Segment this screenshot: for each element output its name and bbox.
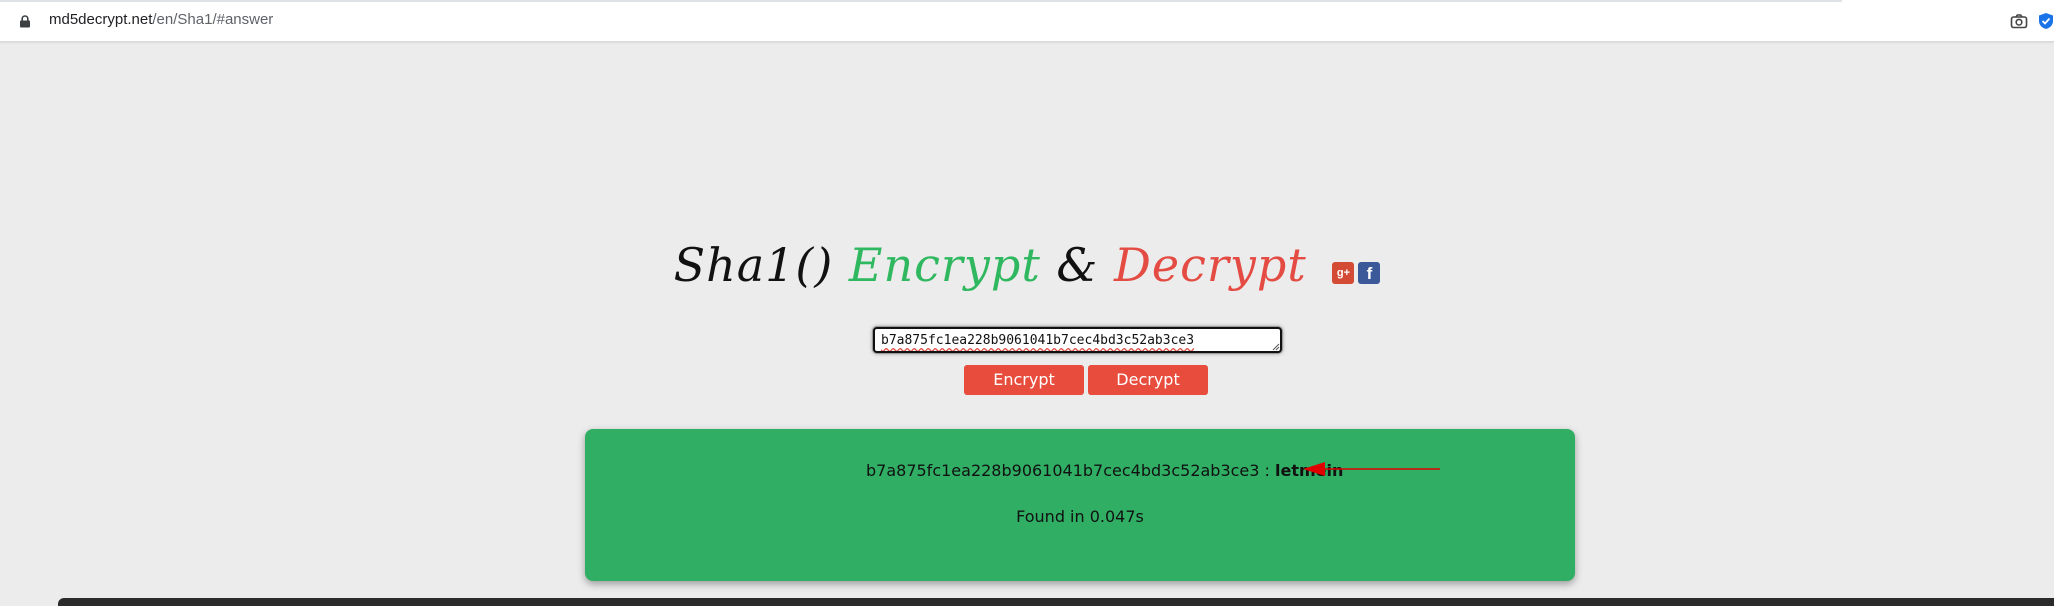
lock-icon[interactable] <box>19 15 31 28</box>
red-arrow-annotation <box>1303 462 1440 476</box>
facebook-icon[interactable]: f <box>1358 262 1381 284</box>
browser-address-bar: md5decrypt.net/en/Sha1/#answer <box>0 0 2054 42</box>
title-ampersand: & <box>1040 238 1115 292</box>
tab-strip-edge <box>0 0 1842 2</box>
title-encrypt: Encrypt <box>848 238 1041 292</box>
title-sha1: Sha1() <box>673 238 849 292</box>
url-path: /en/Sha1/#answer <box>152 11 274 28</box>
resize-grip-icon[interactable] <box>1272 343 1280 351</box>
google-plus-icon[interactable]: g+ <box>1332 262 1355 284</box>
social-share-group: g+ f <box>1328 242 1381 296</box>
page-title: Sha1() Encrypt & Decrypt g+ f <box>0 238 2054 296</box>
bottom-panel-edge <box>58 598 2054 606</box>
url-field[interactable]: md5decrypt.net/en/Sha1/#answer <box>49 11 273 28</box>
found-time: Found in 0.047s <box>1016 507 1144 526</box>
result-line: b7a875fc1ea228b9061041b7cec4bd3c52ab3ce3… <box>866 461 1343 480</box>
url-host: md5decrypt.net <box>49 11 153 28</box>
result-separator: : <box>1259 461 1276 480</box>
camera-icon[interactable] <box>2010 13 2028 29</box>
decrypt-button[interactable]: Decrypt <box>1088 365 1208 395</box>
shield-check-icon[interactable] <box>2038 12 2054 30</box>
hash-input[interactable]: b7a875fc1ea228b9061041b7cec4bd3c52ab3ce3 <box>873 327 1282 353</box>
result-hash: b7a875fc1ea228b9061041b7cec4bd3c52ab3ce3 <box>866 461 1260 480</box>
result-panel: b7a875fc1ea228b9061041b7cec4bd3c52ab3ce3… <box>585 429 1575 581</box>
encrypt-button[interactable]: Encrypt <box>964 365 1084 395</box>
title-decrypt: Decrypt <box>1114 238 1307 292</box>
